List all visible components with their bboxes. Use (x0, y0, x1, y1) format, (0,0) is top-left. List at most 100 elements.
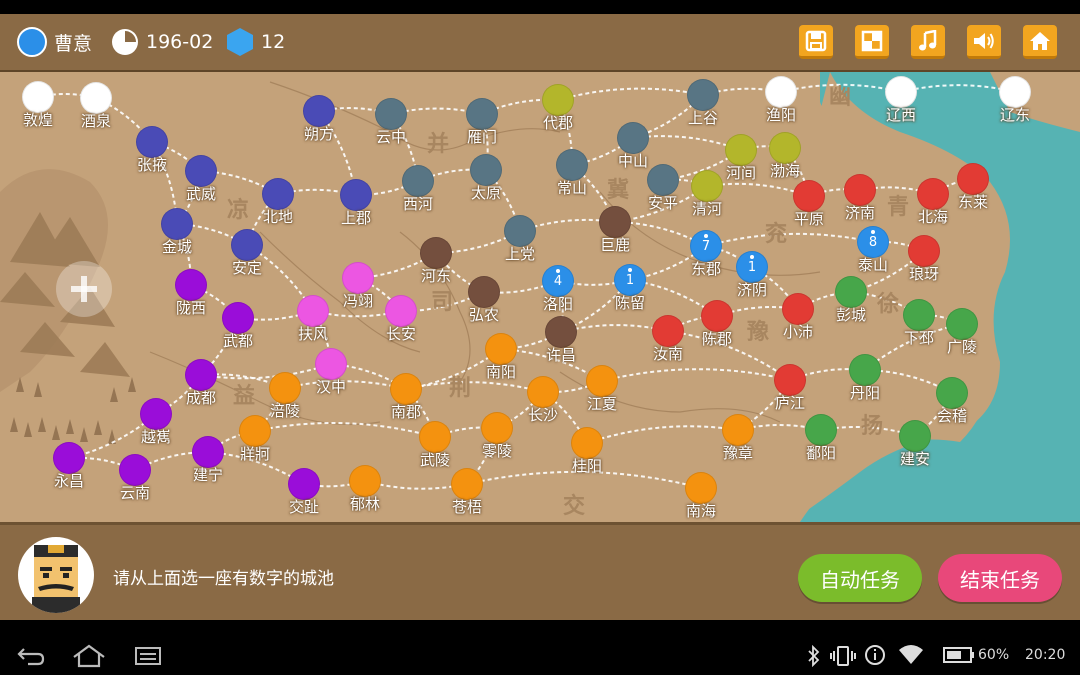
city-name-guiyang: 桂阳 (571, 457, 603, 475)
region-label: 扬 (860, 414, 884, 439)
region-label: 益 (232, 384, 256, 409)
city-name-yunzhong: 云中 (375, 128, 407, 146)
city-name-lingling: 零陵 (481, 442, 513, 460)
region-label: 青 (886, 195, 910, 220)
hexagon-gem-icon (227, 28, 253, 56)
route-jiangxia-lujiang (601, 368, 791, 382)
gem-info: 12 (226, 28, 285, 56)
plus-icon (71, 276, 97, 302)
city-name-donglai: 东莱 (957, 193, 989, 211)
home-icon (1030, 31, 1050, 50)
city-badge-dot (628, 268, 632, 272)
city-name-shangjun: 上郡 (340, 209, 372, 227)
top-bar: 曹意 196-02 12 (0, 14, 1080, 73)
city-name-jianning: 建宁 (192, 466, 224, 484)
city-name-jincheng: 金城 (161, 238, 193, 256)
city-name-yongchang: 永昌 (53, 472, 85, 490)
route-liaoxi-liaodong (900, 84, 1016, 93)
city-name-changan: 长安 (385, 325, 417, 343)
city-name-langya: 琅玡 (908, 265, 940, 283)
city-name-longxi: 陇西 (175, 299, 207, 317)
city-name-daijun: 代郡 (542, 114, 574, 132)
info-icon (865, 645, 885, 665)
region-label: 徐 (876, 292, 900, 317)
ruler-name: 曹意 (54, 32, 93, 55)
city-name-shuofang: 朔方 (303, 125, 335, 143)
city-name-wuwei: 武威 (185, 185, 217, 203)
date-info: 196-02 (110, 28, 213, 56)
clock-text: 20:20 (1025, 647, 1066, 663)
city-name-runan: 汝南 (652, 345, 684, 363)
city-name-xihe: 西河 (402, 195, 434, 213)
city-name-nanhai: 南海 (685, 502, 717, 520)
region-label: 兖 (764, 222, 788, 247)
city-badge-dot (704, 234, 708, 238)
city-name-jiyin: 济阴 (736, 281, 768, 299)
region-label: 并 (426, 132, 450, 157)
city-name-julu: 巨鹿 (599, 236, 631, 254)
city-name-bohai: 渤海 (769, 162, 801, 180)
home-button[interactable] (1023, 25, 1057, 59)
city-troop-count: 4 (553, 273, 563, 289)
advisor-face-icon (32, 545, 80, 613)
city-name-pingyuan: 平原 (793, 210, 825, 228)
city-name-kuaiji: 会稽 (936, 407, 968, 425)
city-name-zhongshan: 中山 (617, 152, 649, 170)
back-icon[interactable] (16, 645, 46, 667)
music-button[interactable] (911, 25, 945, 59)
ruler-info: 曹意 (17, 27, 93, 57)
route-nanjun-changsha (405, 381, 544, 393)
city-name-lujiang: 庐江 (774, 394, 806, 412)
route-guiyang-yuzhang (586, 425, 739, 444)
date-text: 196-02 (146, 31, 214, 53)
city-badge-dot (871, 230, 875, 234)
city-name-hongnong: 弘农 (468, 306, 500, 324)
route-daijun-shanggu (557, 87, 704, 101)
recent-apps-icon[interactable] (134, 646, 162, 666)
wifi-icon (899, 645, 923, 664)
system-nav-bar: 60% 20:20 (0, 620, 1080, 675)
city-name-changshan: 常山 (556, 179, 588, 197)
auto-task-button[interactable]: 自动任务 (798, 554, 922, 602)
region-label: 豫 (746, 320, 770, 345)
city-name-fuling: 涪陵 (269, 402, 301, 420)
save-button[interactable] (799, 25, 833, 59)
city-badge-dot (750, 255, 754, 259)
city-troop-count: 1 (625, 272, 635, 288)
city-name-taiyuan: 太原 (470, 184, 502, 202)
sound-button[interactable] (967, 25, 1001, 59)
city-name-chenjun: 陈郡 (701, 330, 733, 348)
region-label: 冀 (606, 178, 630, 203)
city-name-yuyang: 渔阳 (765, 106, 797, 124)
home-nav-icon[interactable] (72, 644, 106, 668)
city-name-anping: 安平 (647, 194, 679, 212)
city-name-qinghe: 清河 (691, 200, 723, 218)
region-label: 荆 (448, 376, 472, 401)
city-name-jiuquan: 酒泉 (80, 112, 112, 130)
city-name-yuzhang: 豫章 (722, 444, 754, 462)
city-name-xiapi: 下邳 (903, 329, 935, 347)
city-name-fengyi: 冯翊 (342, 292, 374, 310)
checker-icon (861, 30, 883, 51)
gem-count: 12 (261, 31, 286, 53)
city-name-liaoxi: 辽西 (885, 106, 917, 124)
city-name-changsha: 长沙 (527, 406, 559, 424)
zoom-in-button[interactable] (56, 261, 112, 317)
city-name-wudu: 武都 (222, 332, 254, 350)
city-name-dongjun: 东郡 (690, 260, 722, 278)
route-dongjun-taishan (705, 232, 874, 247)
city-name-xuchang: 许昌 (545, 346, 577, 364)
end-task-button[interactable]: 结束任务 (938, 554, 1062, 602)
city-name-shanggu: 上谷 (687, 109, 719, 127)
city-name-yulin: 郁林 (349, 495, 381, 513)
region-label: 司 (430, 290, 454, 315)
china-map[interactable]: 幽并冀青兖 凉司 徐豫荆 益扬交 敦煌 酒泉 张掖 武威 金城 北地 安定 朔方 上郡 云中 雁门 代郡 上谷… (0, 72, 1080, 522)
music-icon (919, 29, 937, 50)
city-name-nanjun: 南郡 (390, 403, 422, 421)
route-zangke-wuling (254, 421, 436, 438)
region-label: 幽 (828, 85, 852, 110)
layout-button[interactable] (855, 25, 889, 59)
city-name-hedong: 河东 (420, 267, 452, 285)
city-troop-count: 8 (868, 234, 878, 250)
city-name-jianan: 建安 (899, 450, 931, 468)
